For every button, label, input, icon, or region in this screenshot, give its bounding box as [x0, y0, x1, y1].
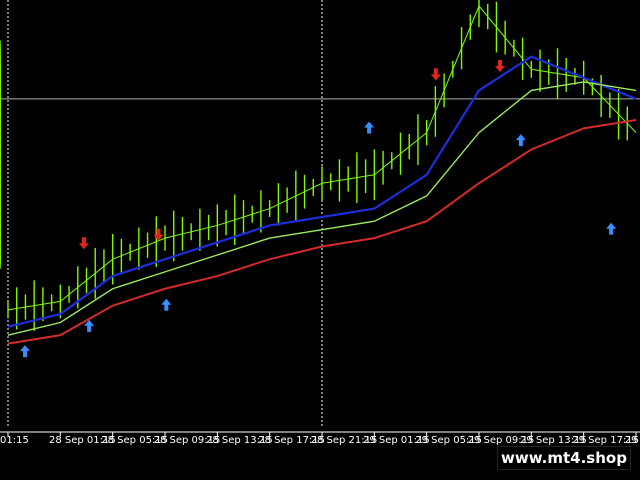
x-tick-label: 29 Sep 21:15 — [625, 435, 640, 446]
chart-canvas: 01:15 28 Sep 01:1528 Sep 05:1528 Sep 09:1… — [0, 0, 640, 480]
x-tick-label: 01:15 — [0, 435, 29, 446]
forex-chart: 01:15 28 Sep 01:15 28 Sep 05:15 28 Sep 09:1… — [0, 0, 640, 480]
watermark-label: www.mt4.shop — [497, 446, 631, 470]
chart-background — [0, 0, 640, 480]
